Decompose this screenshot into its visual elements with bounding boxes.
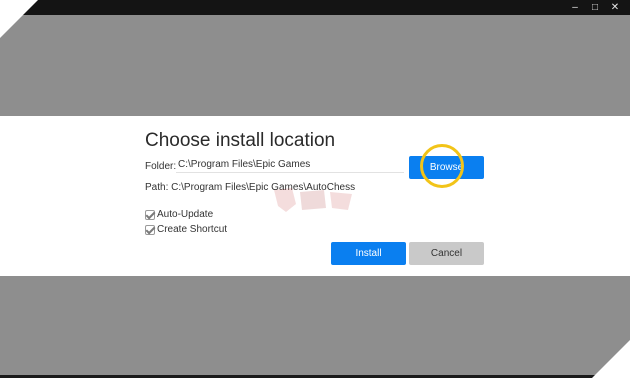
install-location-dialog: Choose install location Folder: Browse P… [0, 116, 630, 276]
install-path: Path: C:\Program Files\Epic Games\AutoCh… [145, 182, 355, 193]
path-value: C:\Program Files\Epic Games\AutoChess [171, 182, 356, 193]
maximize-icon[interactable]: □ [590, 0, 600, 15]
auto-update-option[interactable]: Auto-Update [145, 209, 213, 220]
corner-decoration-bottom-right [592, 340, 630, 378]
folder-label: Folder: [145, 161, 177, 172]
background-overlay-bottom [0, 276, 630, 378]
corner-decoration-top-left [0, 0, 38, 38]
cancel-button[interactable]: Cancel [409, 242, 484, 265]
folder-input[interactable] [176, 157, 404, 173]
checkbox-checked-icon[interactable] [145, 209, 155, 220]
install-button[interactable]: Install [331, 242, 406, 265]
auto-update-label: Auto-Update [157, 209, 214, 220]
minimize-icon[interactable]: – [570, 0, 580, 15]
background-overlay-top [0, 15, 630, 116]
window-controls: – □ ✕ [570, 0, 620, 15]
create-shortcut-option[interactable]: Create Shortcut [145, 224, 227, 235]
close-icon[interactable]: ✕ [610, 0, 620, 15]
browse-button[interactable]: Browse [409, 156, 484, 179]
checkbox-checked-icon[interactable] [145, 224, 155, 235]
path-label: Path: [145, 182, 169, 193]
window-titlebar: – □ ✕ [0, 0, 630, 15]
create-shortcut-label: Create Shortcut [157, 224, 228, 235]
dialog-title: Choose install location [145, 130, 336, 151]
